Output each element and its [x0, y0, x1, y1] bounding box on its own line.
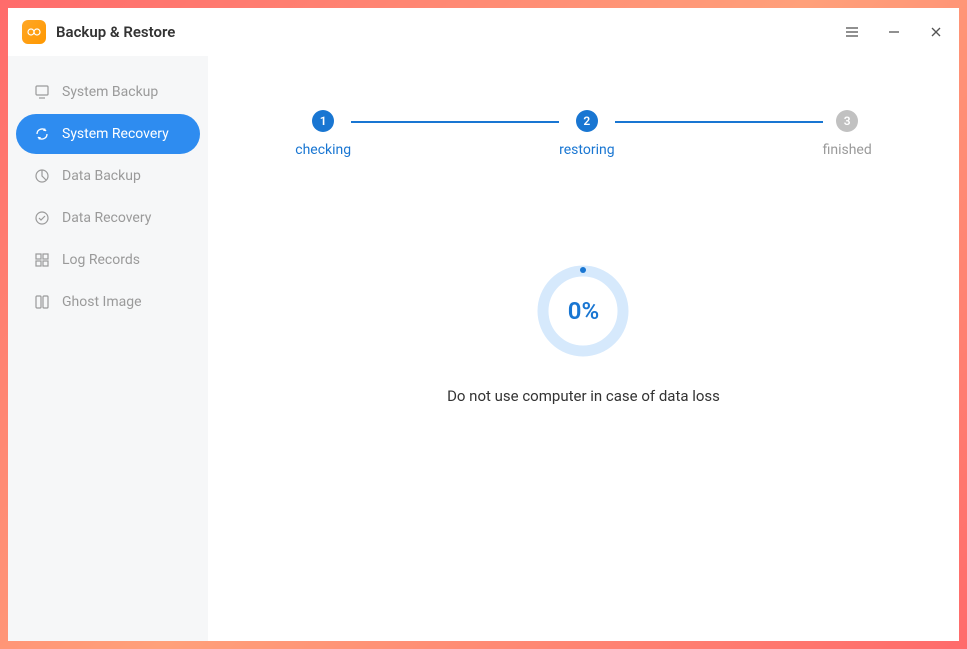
- step-label: checking: [295, 142, 351, 158]
- app-window: Backup & Restore System Backup: [8, 8, 959, 641]
- window-controls: [843, 23, 945, 41]
- sidebar-item-label: Ghost Image: [62, 294, 142, 310]
- step-circle: 1: [312, 110, 334, 132]
- book-icon: [34, 294, 50, 310]
- titlebar: Backup & Restore: [8, 8, 959, 56]
- pie-icon: [34, 168, 50, 184]
- restore-icon: [34, 210, 50, 226]
- progress-percent: 0%: [568, 297, 599, 325]
- step-restoring: 2 restoring: [559, 110, 614, 158]
- progress-area: 0% Do not use computer in case of data l…: [447, 263, 720, 405]
- grid-icon: [34, 252, 50, 268]
- refresh-icon: [34, 126, 50, 142]
- sidebar-item-system-recovery[interactable]: System Recovery: [16, 114, 200, 154]
- sidebar: System Backup System Recovery Data Backu…: [8, 56, 208, 641]
- close-button[interactable]: [927, 23, 945, 41]
- stepper: 1 checking 2 restoring 3 finished: [268, 110, 899, 158]
- step-line: [351, 121, 559, 123]
- monitor-icon: [34, 84, 50, 100]
- step-label: restoring: [559, 142, 614, 158]
- sidebar-item-ghost-image[interactable]: Ghost Image: [16, 282, 200, 322]
- content-area: System Backup System Recovery Data Backu…: [8, 56, 959, 641]
- step-finished: 3 finished: [823, 110, 872, 158]
- step-checking: 1 checking: [295, 110, 351, 158]
- sidebar-item-data-recovery[interactable]: Data Recovery: [16, 198, 200, 238]
- progress-ring: 0%: [535, 263, 631, 359]
- step-circle: 3: [836, 110, 858, 132]
- step-label: finished: [823, 142, 872, 158]
- progress-indicator-dot: [580, 267, 586, 273]
- step-circle: 2: [576, 110, 598, 132]
- sidebar-item-system-backup[interactable]: System Backup: [16, 72, 200, 112]
- sidebar-item-label: Log Records: [62, 252, 140, 268]
- sidebar-item-log-records[interactable]: Log Records: [16, 240, 200, 280]
- app-title: Backup & Restore: [56, 23, 175, 41]
- minimize-button[interactable]: [885, 23, 903, 41]
- warning-message: Do not use computer in case of data loss: [447, 387, 720, 405]
- main-panel: 1 checking 2 restoring 3 finished: [208, 56, 959, 641]
- app-logo-icon: [22, 20, 46, 44]
- menu-icon[interactable]: [843, 23, 861, 41]
- sidebar-item-label: Data Recovery: [62, 210, 151, 226]
- step-line: [615, 121, 823, 123]
- sidebar-item-label: System Backup: [62, 84, 158, 100]
- sidebar-item-label: System Recovery: [62, 126, 169, 142]
- sidebar-item-label: Data Backup: [62, 168, 141, 184]
- sidebar-item-data-backup[interactable]: Data Backup: [16, 156, 200, 196]
